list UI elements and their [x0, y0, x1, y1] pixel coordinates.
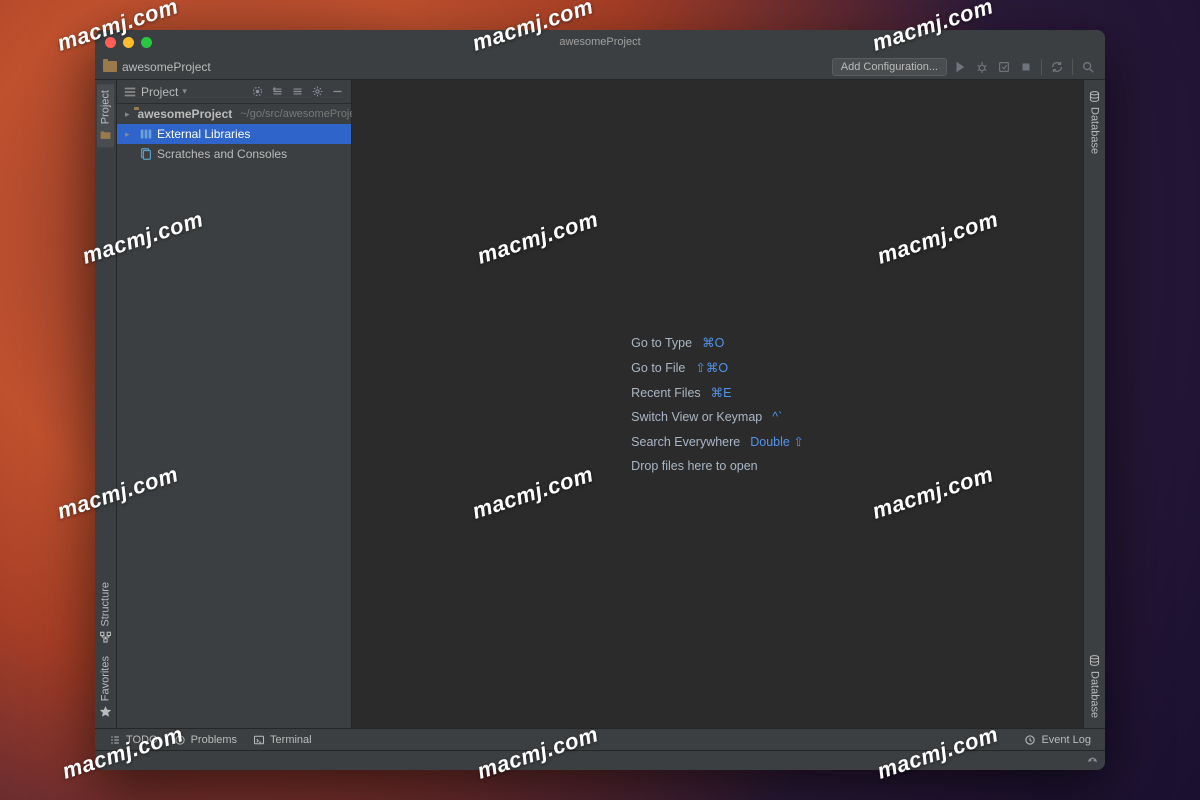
gear-icon[interactable]	[309, 84, 325, 100]
toolbar-right: Add Configuration...	[832, 58, 1097, 76]
problems-tool-tab[interactable]: Problems	[166, 734, 245, 746]
minimize-window-button[interactable]	[123, 37, 134, 48]
bottom-tool-bar: TODO Problems Terminal Event Log	[95, 728, 1105, 750]
hint-search-everywhere: Search Everywhere Double ⇧	[631, 434, 804, 449]
project-tree: ▸ awesomeProject ~/go/src/awesomeProject…	[117, 104, 351, 164]
problems-icon	[174, 734, 186, 746]
close-window-button[interactable]	[105, 37, 116, 48]
database-icon	[1088, 90, 1101, 103]
expand-all-icon[interactable]	[269, 84, 285, 100]
ide-settings-icon[interactable]	[1086, 752, 1099, 770]
maximize-window-button[interactable]	[141, 37, 152, 48]
run-coverage-icon[interactable]	[995, 58, 1013, 76]
project-view-icon	[123, 85, 137, 99]
editor-area[interactable]: Go to Type ⌘O Go to File ⇧⌘O Recent File…	[352, 80, 1083, 728]
project-panel-header: Project ▾	[117, 80, 351, 104]
run-icon[interactable]	[951, 58, 969, 76]
tree-external-libraries[interactable]: ▸ External Libraries	[117, 124, 351, 144]
tree-root-path: ~/go/src/awesomeProject	[240, 108, 364, 120]
main-toolbar: awesomeProject Add Configuration...	[95, 54, 1105, 80]
toolbar-separator	[1041, 59, 1042, 75]
select-opened-file-icon[interactable]	[249, 84, 265, 100]
chevron-down-icon[interactable]: ▾	[182, 86, 187, 97]
tree-scratches-label: Scratches and Consoles	[157, 147, 287, 161]
stop-icon[interactable]	[1017, 58, 1035, 76]
debug-icon[interactable]	[973, 58, 991, 76]
structure-tool-tab[interactable]: Structure	[97, 576, 114, 650]
status-bar	[95, 750, 1105, 770]
add-configuration-button[interactable]: Add Configuration...	[832, 58, 947, 76]
traffic-lights	[105, 37, 152, 48]
hint-switch-view: Switch View or Keymap ^`	[631, 410, 804, 424]
welcome-hints: Go to Type ⌘O Go to File ⇧⌘O Recent File…	[631, 335, 804, 473]
titlebar: awesomeProject	[95, 30, 1105, 54]
window-title: awesomeProject	[95, 36, 1105, 48]
project-panel: Project ▾ ▸ awesomeProject ~/go/src/awes…	[117, 80, 352, 728]
tree-root[interactable]: ▸ awesomeProject ~/go/src/awesomeProject	[117, 104, 351, 124]
expand-arrow-icon[interactable]: ▸	[125, 129, 135, 140]
library-icon	[139, 127, 153, 141]
breadcrumb-project: awesomeProject	[122, 60, 211, 74]
project-icon	[99, 128, 112, 141]
scratches-icon	[139, 147, 153, 161]
favorites-tool-tab[interactable]: Favorites	[97, 650, 114, 724]
main-content: Project Structure Favorites Project ▾	[95, 80, 1105, 728]
tree-ext-libs-label: External Libraries	[157, 127, 250, 141]
tree-root-label: awesomeProject	[138, 107, 233, 121]
event-log-icon	[1024, 734, 1036, 746]
terminal-tool-tab[interactable]: Terminal	[245, 734, 320, 746]
project-tool-tab[interactable]: Project	[97, 84, 114, 147]
todo-tool-tab[interactable]: TODO	[101, 734, 166, 746]
tree-scratches[interactable]: ▸ Scratches and Consoles	[117, 144, 351, 164]
database-icon	[1088, 654, 1101, 667]
structure-icon	[99, 631, 112, 644]
hint-recent-files: Recent Files ⌘E	[631, 385, 804, 400]
ide-window: awesomeProject awesomeProject Add Config…	[95, 30, 1105, 770]
terminal-icon	[253, 734, 265, 746]
left-tool-gutter: Project Structure Favorites	[95, 80, 117, 728]
database-tool-tab-bottom[interactable]: Database	[1086, 648, 1103, 724]
todo-icon	[109, 734, 121, 746]
hint-drop-files: Drop files here to open	[631, 459, 804, 473]
hide-icon[interactable]	[329, 84, 345, 100]
collapse-all-icon[interactable]	[289, 84, 305, 100]
star-icon	[99, 705, 112, 718]
project-panel-title[interactable]: Project	[141, 85, 178, 99]
event-log-tool-tab[interactable]: Event Log	[1016, 734, 1099, 746]
database-tool-tab[interactable]: Database	[1086, 84, 1103, 160]
expand-arrow-icon[interactable]: ▸	[125, 109, 130, 120]
toolbar-separator	[1072, 59, 1073, 75]
breadcrumb[interactable]: awesomeProject	[103, 60, 832, 74]
update-project-icon[interactable]	[1048, 58, 1066, 76]
right-tool-gutter: Database Database	[1083, 80, 1105, 728]
search-everywhere-icon[interactable]	[1079, 58, 1097, 76]
folder-icon	[103, 61, 117, 72]
hint-go-to-file: Go to File ⇧⌘O	[631, 360, 804, 375]
hint-go-to-type: Go to Type ⌘O	[631, 335, 804, 350]
